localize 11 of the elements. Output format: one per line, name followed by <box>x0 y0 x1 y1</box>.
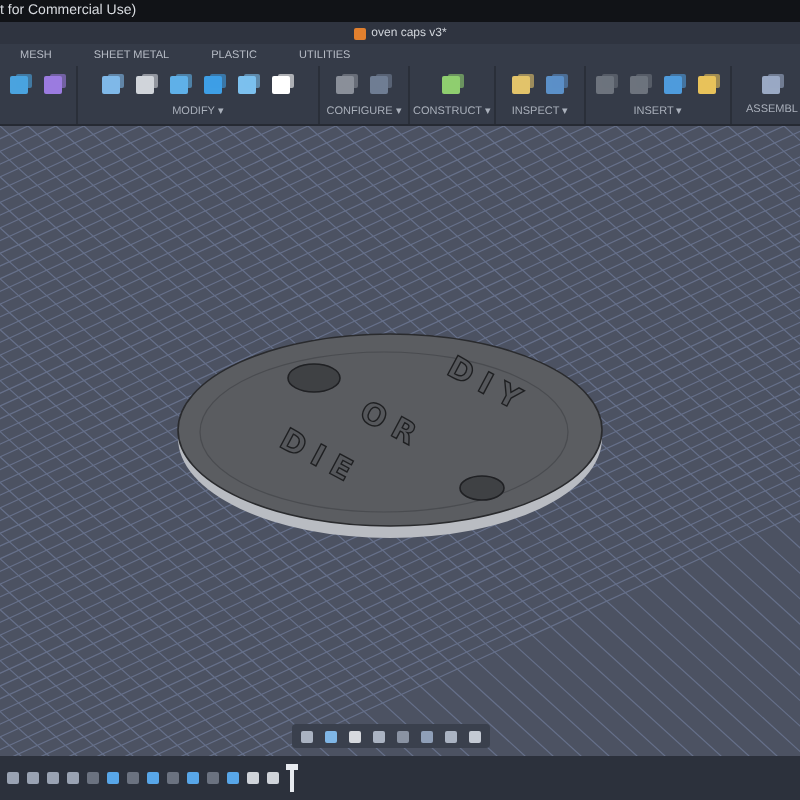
tool-icon[interactable] <box>270 71 296 97</box>
tool-icon[interactable] <box>696 71 722 97</box>
tool-icon[interactable] <box>134 71 160 97</box>
engraved-text: OR <box>353 393 432 458</box>
timeline-marker-icon[interactable] <box>286 764 298 792</box>
tool-icon[interactable] <box>510 71 536 97</box>
tool-icon[interactable] <box>439 71 465 97</box>
tool-icon[interactable] <box>236 71 262 97</box>
tool-icon[interactable] <box>759 71 785 97</box>
tool-icon[interactable] <box>168 71 194 97</box>
tool-icon[interactable] <box>100 71 126 97</box>
